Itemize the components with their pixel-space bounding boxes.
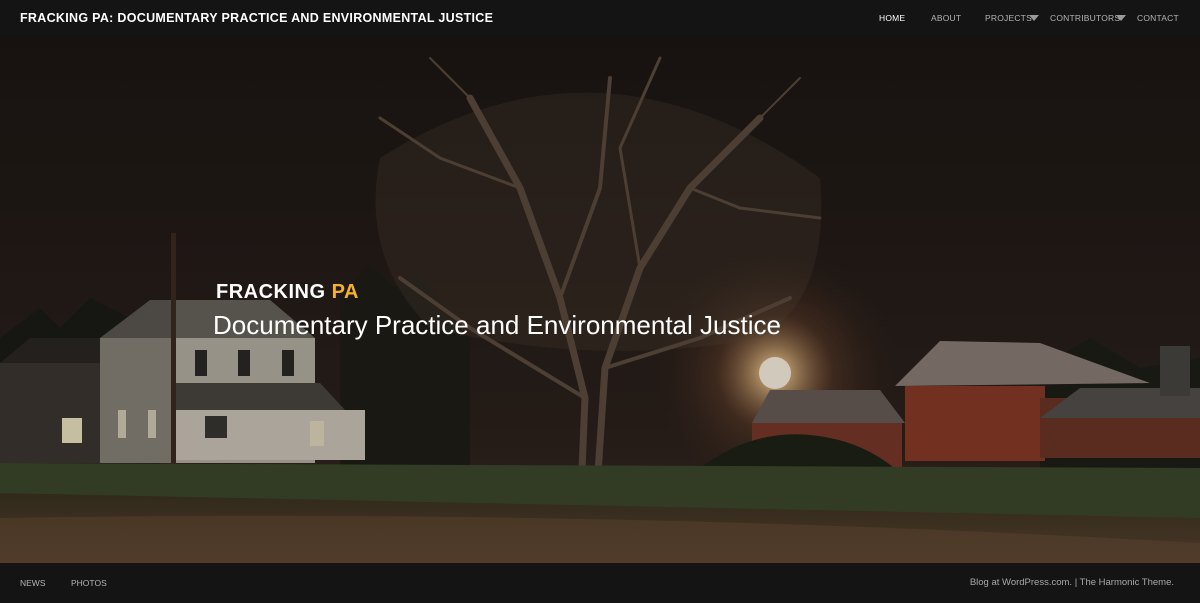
- site-header: FRACKING PA: DOCUMENTARY PRACTICE AND EN…: [0, 0, 1200, 38]
- footer-link-photos[interactable]: PHOTOS: [71, 578, 107, 588]
- hero-logo-accent: PA: [331, 281, 359, 303]
- hero-dark-overlay: [0, 38, 1200, 563]
- hero-tagline: Documentary Practice and Environmental J…: [213, 310, 781, 340]
- hero-logo-word: FRACKING: [216, 281, 326, 303]
- footer-link-news[interactable]: NEWS: [20, 578, 46, 588]
- hero-logo: FRACKING PA: [216, 281, 359, 304]
- nav-about[interactable]: ABOUT: [931, 13, 961, 23]
- nav-contact[interactable]: CONTACT: [1137, 13, 1179, 23]
- theme-credit-link[interactable]: The Harmonic Theme.: [1080, 577, 1174, 588]
- nav-projects[interactable]: PROJECTS: [985, 13, 1032, 23]
- contributors-dropdown-icon[interactable]: [1116, 15, 1126, 21]
- nav-home[interactable]: HOME: [879, 13, 905, 23]
- footer-credit: Blog at WordPress.com. | The Harmonic Th…: [970, 577, 1174, 588]
- nav-contributors[interactable]: CONTRIBUTORS: [1050, 13, 1120, 23]
- hero-banner: FRACKING PA Documentary Practice and Env…: [0, 38, 1200, 563]
- wordpress-credit-link[interactable]: Blog at WordPress.com.: [970, 577, 1072, 588]
- projects-dropdown-icon[interactable]: [1029, 15, 1039, 21]
- site-footer: NEWS PHOTOS Blog at WordPress.com. | The…: [0, 563, 1200, 603]
- credit-separator: |: [1072, 577, 1080, 588]
- site-title-link[interactable]: FRACKING PA: DOCUMENTARY PRACTICE AND EN…: [20, 11, 493, 25]
